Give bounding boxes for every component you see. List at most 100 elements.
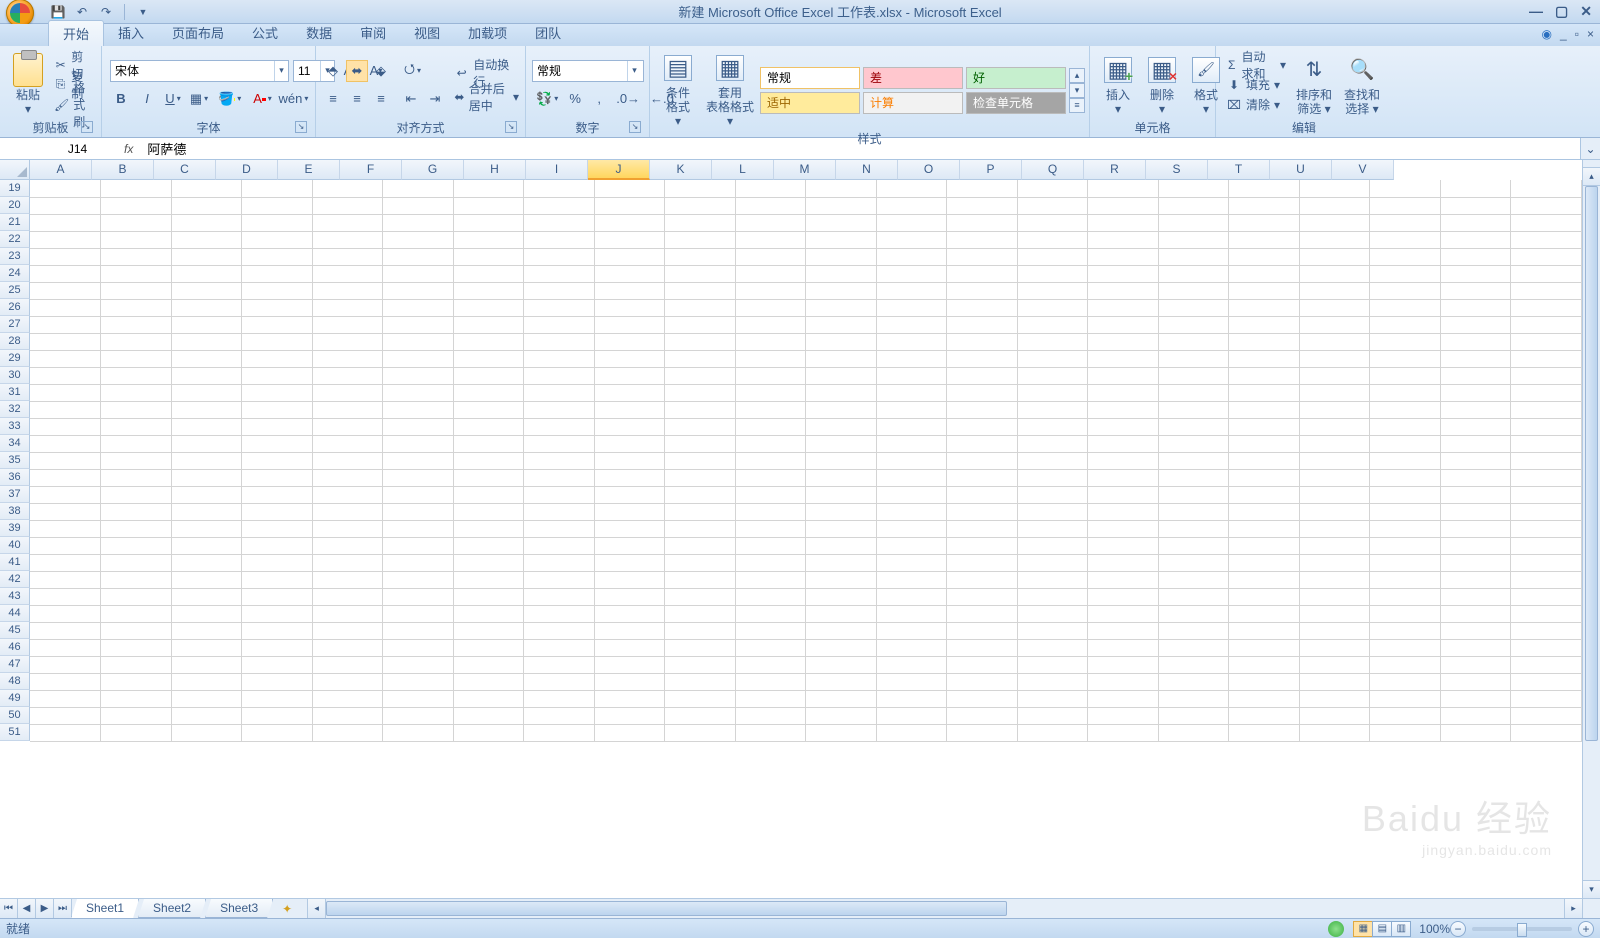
cell-A42[interactable]: [30, 571, 101, 588]
cell-R27[interactable]: [1229, 316, 1300, 333]
row-header-27[interactable]: 27: [0, 316, 30, 333]
ribbon-tab-开始[interactable]: 开始: [48, 20, 104, 46]
cell-V32[interactable]: [1511, 401, 1582, 418]
cell-O21[interactable]: [1017, 214, 1088, 231]
cell-B42[interactable]: [101, 571, 172, 588]
cell-C28[interactable]: [171, 333, 242, 350]
formula-bar-expand[interactable]: ⌄: [1580, 138, 1600, 159]
cell-P35[interactable]: [1088, 452, 1159, 469]
cell-A28[interactable]: [30, 333, 101, 350]
cell-S43[interactable]: [1299, 588, 1370, 605]
cell-S29[interactable]: [1299, 350, 1370, 367]
cell-I37[interactable]: [594, 486, 665, 503]
cell-Q21[interactable]: [1158, 214, 1229, 231]
cell-E28[interactable]: [312, 333, 383, 350]
cell-N43[interactable]: [947, 588, 1018, 605]
cell-M49[interactable]: [876, 690, 947, 707]
cell-S31[interactable]: [1299, 384, 1370, 401]
cell-A49[interactable]: [30, 690, 101, 707]
cell-G47[interactable]: [453, 656, 524, 673]
cell-E51[interactable]: [312, 724, 383, 741]
cell-N35[interactable]: [947, 452, 1018, 469]
hscroll-track[interactable]: [326, 899, 1564, 918]
cell-I21[interactable]: [594, 214, 665, 231]
cell-B26[interactable]: [101, 299, 172, 316]
cell-I39[interactable]: [594, 520, 665, 537]
style-calculation[interactable]: 计算: [863, 92, 963, 114]
cell-N36[interactable]: [947, 469, 1018, 486]
cell-C46[interactable]: [171, 639, 242, 656]
cell-S27[interactable]: [1299, 316, 1370, 333]
cell-D41[interactable]: [242, 554, 313, 571]
col-header-C[interactable]: C: [154, 160, 216, 180]
cell-I35[interactable]: [594, 452, 665, 469]
cell-C34[interactable]: [171, 435, 242, 452]
cell-O25[interactable]: [1017, 282, 1088, 299]
cell-D35[interactable]: [242, 452, 313, 469]
cell-P33[interactable]: [1088, 418, 1159, 435]
cell-D22[interactable]: [242, 231, 313, 248]
cell-Q43[interactable]: [1158, 588, 1229, 605]
cell-N41[interactable]: [947, 554, 1018, 571]
cell-U29[interactable]: [1440, 350, 1511, 367]
undo-icon[interactable]: ↶: [74, 4, 90, 20]
cell-T49[interactable]: [1370, 690, 1441, 707]
cell-V51[interactable]: [1511, 724, 1582, 741]
cell-V38[interactable]: [1511, 503, 1582, 520]
cell-L23[interactable]: [806, 248, 877, 265]
cell-N49[interactable]: [947, 690, 1018, 707]
cell-G32[interactable]: [453, 401, 524, 418]
col-header-P[interactable]: P: [960, 160, 1022, 180]
cell-I41[interactable]: [594, 554, 665, 571]
cell-O33[interactable]: [1017, 418, 1088, 435]
cell-Q25[interactable]: [1158, 282, 1229, 299]
cell-G44[interactable]: [453, 605, 524, 622]
cell-Q32[interactable]: [1158, 401, 1229, 418]
cell-F45[interactable]: [383, 622, 454, 639]
cell-J19[interactable]: [665, 180, 736, 197]
cell-M28[interactable]: [876, 333, 947, 350]
cell-F29[interactable]: [383, 350, 454, 367]
row-header-28[interactable]: 28: [0, 333, 30, 350]
cell-U27[interactable]: [1440, 316, 1511, 333]
cell-C35[interactable]: [171, 452, 242, 469]
scroll-right-button[interactable]: ▸: [1564, 899, 1582, 918]
cell-G24[interactable]: [453, 265, 524, 282]
col-header-D[interactable]: D: [216, 160, 278, 180]
cell-G42[interactable]: [453, 571, 524, 588]
cell-F23[interactable]: [383, 248, 454, 265]
zoom-out-button[interactable]: −: [1450, 921, 1466, 937]
cell-Q39[interactable]: [1158, 520, 1229, 537]
cell-F33[interactable]: [383, 418, 454, 435]
cell-L43[interactable]: [806, 588, 877, 605]
cell-I49[interactable]: [594, 690, 665, 707]
cell-I33[interactable]: [594, 418, 665, 435]
cell-Q27[interactable]: [1158, 316, 1229, 333]
cell-I46[interactable]: [594, 639, 665, 656]
cell-H45[interactable]: [524, 622, 595, 639]
cell-P22[interactable]: [1088, 231, 1159, 248]
macro-record-icon[interactable]: [1328, 921, 1344, 937]
cell-O38[interactable]: [1017, 503, 1088, 520]
cell-A25[interactable]: [30, 282, 101, 299]
row-header-30[interactable]: 30: [0, 367, 30, 384]
cell-V30[interactable]: [1511, 367, 1582, 384]
cell-N23[interactable]: [947, 248, 1018, 265]
cell-Q24[interactable]: [1158, 265, 1229, 282]
ribbon-restore-button[interactable]: ▫: [1575, 27, 1579, 41]
col-header-F[interactable]: F: [340, 160, 402, 180]
cell-O19[interactable]: [1017, 180, 1088, 197]
col-header-R[interactable]: R: [1084, 160, 1146, 180]
cell-V19[interactable]: [1511, 180, 1582, 197]
cell-T50[interactable]: [1370, 707, 1441, 724]
conditional-format-button[interactable]: ▤ 条件格式 ▾: [656, 50, 700, 130]
cell-V44[interactable]: [1511, 605, 1582, 622]
cell-O48[interactable]: [1017, 673, 1088, 690]
format-painter-button[interactable]: 🖌格式刷: [54, 96, 91, 114]
cell-I27[interactable]: [594, 316, 665, 333]
cell-L19[interactable]: [806, 180, 877, 197]
col-header-B[interactable]: B: [92, 160, 154, 180]
cell-O34[interactable]: [1017, 435, 1088, 452]
cell-C43[interactable]: [171, 588, 242, 605]
number-format-input[interactable]: [533, 61, 627, 81]
